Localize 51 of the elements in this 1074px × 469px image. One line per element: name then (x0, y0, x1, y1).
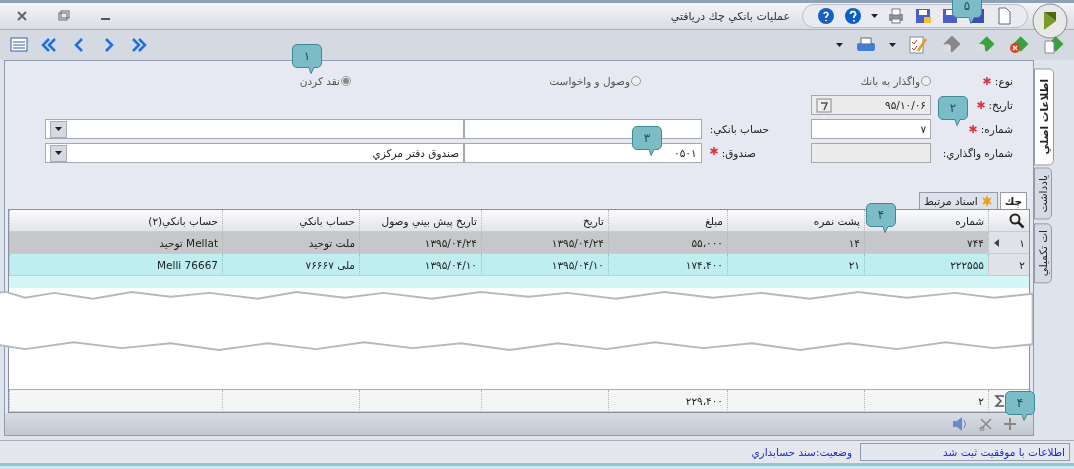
column-header[interactable]: حساب بانكي (222, 210, 359, 232)
total-amount: ۲۲۹،۴۰۰ (608, 390, 727, 412)
dropdown-field[interactable]: صندوق دفتر مرکزي (45, 143, 465, 163)
status-message: اطلاعات با موفقيت ثبت شد (860, 443, 1070, 461)
radio-option[interactable]: واگذار به بانك (641, 75, 931, 87)
tab[interactable]: اسناد مرتبط (919, 192, 998, 209)
callout-tooltip: ۱ (292, 44, 322, 74)
table-cell: ۵۵،۰۰۰ (691, 236, 723, 249)
column-header[interactable]: مبلغ (608, 210, 727, 232)
radio-option[interactable]: نقد كردن (299, 75, 351, 87)
field-label: صندوق: (721, 147, 756, 159)
status-text: وضعيت:سند حسابداري (751, 446, 852, 458)
table-cell: ۱۴ (848, 236, 860, 249)
table-cell: Melli 76667 (157, 258, 218, 271)
tab[interactable]: چك (999, 192, 1027, 209)
field-label: شماره واگذاري: (942, 147, 1013, 159)
table-cell: ۷۴۴ (967, 236, 984, 249)
column-header[interactable]: پشت نمره (727, 210, 864, 232)
table-cell: ۲۱ (848, 258, 860, 271)
table-cell: ۱۳۹۵/۰۴/۱۰ (424, 258, 477, 271)
table-cell: ۲۲۲۵۵۵ (950, 258, 984, 271)
field-label: تاريخ: (988, 99, 1013, 111)
field-label: نوع: (994, 75, 1013, 87)
code-field[interactable]: ۰۵۰۱ (464, 143, 702, 163)
table-row[interactable]: ۱ ۷۴۴ ۱۴ ۵۵،۰۰۰ ۱۳۹۵/۰۴/۲۴ ۱۳۹۵/۰۴/۲۴ ملت توحيد Mellat توحيد (9, 232, 1029, 254)
table-cell: ۱۳۹۵/۰۴/۲۴ (551, 236, 604, 249)
callout-tooltip: ۲ (938, 96, 968, 126)
callout-tooltip: ۴ (1005, 391, 1035, 421)
table-cell: ۱۳۹۵/۰۴/۲۴ (424, 236, 477, 249)
side-tab[interactable]: اطلاعات اصلي (1034, 68, 1054, 166)
table-cell: Mellat توحيد (159, 236, 218, 249)
callout-tooltip: ۳ (632, 126, 662, 156)
table-cell: ملی ۷۶۶۶۷ (305, 258, 355, 271)
column-header[interactable]: تاريخ پيش بيني وصول (359, 210, 481, 232)
callout-tooltip: ۵ (952, 0, 982, 24)
table-cell: ملت توحيد (308, 236, 355, 249)
side-tab[interactable]: ات تكميلي (1034, 222, 1052, 284)
window-title: عمليات بانكي چك دريافتي (669, 9, 791, 23)
column-header[interactable]: حساب بانكي(۲) (9, 210, 222, 232)
callout-tooltip: ۴ (866, 203, 896, 233)
total-count: ۲ (864, 390, 988, 412)
table-cell: ۱۳۹۵/۰۴/۱۰ (551, 258, 604, 271)
side-tab[interactable]: يادداشت (1034, 168, 1052, 220)
field-label: حساب بانكي: (709, 123, 770, 135)
row-number: ۲ (1019, 258, 1025, 271)
number-field[interactable]: ۷ (811, 119, 932, 139)
field-label: شماره: (980, 123, 1013, 135)
radio-option[interactable]: وصول و واخواست (351, 75, 641, 87)
table-cell: ۱۷۴،۴۰۰ (685, 258, 723, 271)
row-number: ۱ (1019, 236, 1025, 249)
column-header[interactable]: تاريخ (481, 210, 608, 232)
